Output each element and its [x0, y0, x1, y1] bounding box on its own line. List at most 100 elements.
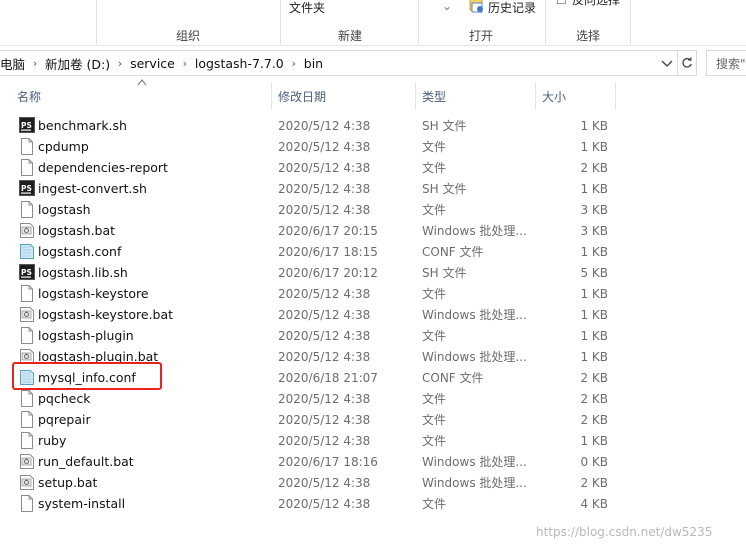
file-row[interactable]: logstash-keystore.bat 2020/5/12 4:38 Windo… — [0, 304, 746, 325]
blank-file-icon — [19, 411, 35, 428]
file-modified-date: 2020/5/12 4:38 — [278, 475, 371, 490]
new-folder-button[interactable]: 文件夹 — [289, 0, 325, 16]
breadcrumb-this-pc[interactable]: 电脑 — [0, 54, 25, 73]
file-size: 1 KB — [580, 118, 608, 133]
file-size: 2 KB — [580, 391, 608, 406]
search-input[interactable]: 搜索" — [706, 50, 746, 76]
file-size: 1 KB — [580, 307, 608, 322]
file-name[interactable]: ingest-convert.sh — [38, 181, 147, 196]
svg-text:PS: PS — [21, 121, 32, 130]
file-type: Windows 批处理... — [422, 476, 527, 490]
file-size: 4 KB — [580, 496, 608, 511]
batch-file-icon — [19, 474, 35, 491]
file-modified-date: 2020/5/12 4:38 — [278, 328, 371, 343]
blank-file-icon — [19, 390, 35, 407]
column-header-modified[interactable]: 修改日期 — [272, 84, 414, 108]
ribbon-divider — [418, 0, 419, 44]
file-name[interactable]: logstash-keystore.bat — [38, 307, 173, 322]
powershell-icon: PS — [19, 117, 35, 134]
column-header-type[interactable]: 类型 — [416, 84, 534, 108]
file-row[interactable]: setup.bat 2020/5/12 4:38 Windows 批处理... 2 K… — [0, 472, 746, 493]
file-size: 1 KB — [580, 181, 608, 196]
file-type: Windows 批处理... — [422, 224, 527, 238]
file-row[interactable]: logstash-plugin 2020/5/12 4:38 文件 1 KB — [0, 325, 746, 346]
file-name[interactable]: logstash.bat — [38, 223, 115, 238]
column-divider[interactable] — [615, 82, 616, 110]
file-name[interactable]: logstash-keystore — [38, 286, 149, 301]
column-header-size[interactable]: 大小 — [536, 84, 614, 108]
file-name[interactable]: setup.bat — [38, 475, 97, 490]
file-row[interactable]: pqrepair 2020/5/12 4:38 文件 2 KB — [0, 409, 746, 430]
file-name[interactable]: pqrepair — [38, 412, 91, 427]
file-modified-date: 2020/5/12 4:38 — [278, 412, 371, 427]
ribbon-group-new: 新建 — [338, 29, 363, 43]
file-name[interactable]: benchmark.sh — [38, 118, 127, 133]
file-name[interactable]: run_default.bat — [38, 454, 134, 469]
file-name[interactable]: logstash.lib.sh — [38, 265, 128, 280]
history-button[interactable]: 历史记录 — [488, 0, 536, 16]
invert-selection-button[interactable]: 反向选择 — [572, 0, 620, 8]
file-modified-date: 2020/5/12 4:38 — [278, 349, 371, 364]
file-size: 3 KB — [580, 223, 608, 238]
file-row[interactable]: ruby 2020/5/12 4:38 文件 1 KB — [0, 430, 746, 451]
blank-file-icon — [19, 159, 35, 176]
file-name[interactable]: dependencies-report — [38, 160, 168, 175]
file-row[interactable]: PS benchmark.sh 2020/5/12 4:38 SH 文件 1 KB — [0, 115, 746, 136]
file-type: SH 文件 — [422, 119, 467, 133]
file-row[interactable]: cpdump 2020/5/12 4:38 文件 1 KB — [0, 136, 746, 157]
file-row[interactable]: PS logstash.lib.sh 2020/6/17 20:12 SH 文件 5 K… — [0, 262, 746, 283]
batch-file-icon — [19, 453, 35, 470]
file-size: 2 KB — [580, 160, 608, 175]
chevron-down-icon[interactable]: ⌄ — [442, 0, 452, 13]
file-row[interactable]: logstash.bat 2020/6/17 20:15 Windows 批处理..… — [0, 220, 746, 241]
file-name[interactable]: ruby — [38, 433, 66, 448]
breadcrumb-service[interactable]: service — [130, 56, 175, 71]
file-modified-date: 2020/6/18 21:07 — [278, 370, 378, 385]
file-row[interactable]: PS ingest-convert.sh 2020/5/12 4:38 SH 文件 1 … — [0, 178, 746, 199]
file-modified-date: 2020/6/17 20:12 — [278, 265, 378, 280]
file-type: 文件 — [422, 203, 447, 217]
file-name[interactable]: system-install — [38, 496, 125, 511]
ribbon-group-open: 打开 — [469, 29, 494, 43]
file-name[interactable]: pqcheck — [38, 391, 90, 406]
file-modified-date: 2020/5/12 4:38 — [278, 286, 371, 301]
chevron-right-icon[interactable]: › — [175, 57, 195, 70]
check-icon: ☐ — [556, 0, 567, 7]
file-modified-date: 2020/6/17 18:16 — [278, 454, 378, 469]
chevron-right-icon[interactable]: › — [110, 57, 130, 70]
file-row[interactable]: logstash-keystore 2020/5/12 4:38 文件 1 KB — [0, 283, 746, 304]
file-row[interactable]: logstash 2020/5/12 4:38 文件 3 KB — [0, 199, 746, 220]
file-modified-date: 2020/5/12 4:38 — [278, 160, 371, 175]
breadcrumb-drive-d[interactable]: 新加卷 (D:) — [45, 54, 110, 73]
address-bar-row: 电脑 › 新加卷 (D:) › service › logstash-7.7.0… — [0, 50, 746, 76]
file-size: 2 KB — [580, 370, 608, 385]
file-row[interactable]: logstash.conf 2020/6/17 18:15 CONF 文件 1 KB — [0, 241, 746, 262]
conf-file-icon — [19, 243, 35, 260]
file-name[interactable]: logstash — [38, 202, 91, 217]
file-type: 文件 — [422, 161, 447, 175]
refresh-button[interactable] — [677, 50, 697, 76]
file-size: 1 KB — [580, 244, 608, 259]
breadcrumb-bin[interactable]: bin — [304, 56, 323, 71]
address-bar[interactable]: 电脑 › 新加卷 (D:) › service › logstash-7.7.0… — [0, 50, 678, 76]
breadcrumb-logstash[interactable]: logstash-7.7.0 — [195, 56, 284, 71]
file-name[interactable]: logstash.conf — [38, 244, 121, 259]
file-name[interactable]: logstash-plugin — [38, 328, 134, 343]
file-size: 3 KB — [580, 202, 608, 217]
svg-text:PS: PS — [21, 268, 32, 277]
file-row[interactable]: system-install 2020/5/12 4:38 文件 4 KB — [0, 493, 746, 514]
chevron-down-icon[interactable] — [659, 55, 675, 71]
column-header-name[interactable]: 名称 — [11, 84, 271, 108]
file-modified-date: 2020/5/12 4:38 — [278, 391, 371, 406]
file-name[interactable]: cpdump — [38, 139, 89, 154]
file-size: 1 KB — [580, 328, 608, 343]
blank-file-icon — [19, 201, 35, 218]
highlight-box — [12, 362, 162, 390]
file-row[interactable]: run_default.bat 2020/6/17 18:16 Windows 批处… — [0, 451, 746, 472]
blank-file-icon — [19, 495, 35, 512]
chevron-right-icon[interactable]: › — [25, 57, 45, 70]
chevron-right-icon[interactable]: › — [284, 57, 304, 70]
file-row[interactable]: pqcheck 2020/5/12 4:38 文件 2 KB — [0, 388, 746, 409]
file-row[interactable]: dependencies-report 2020/5/12 4:38 文件 2 KB — [0, 157, 746, 178]
file-type: SH 文件 — [422, 266, 467, 280]
